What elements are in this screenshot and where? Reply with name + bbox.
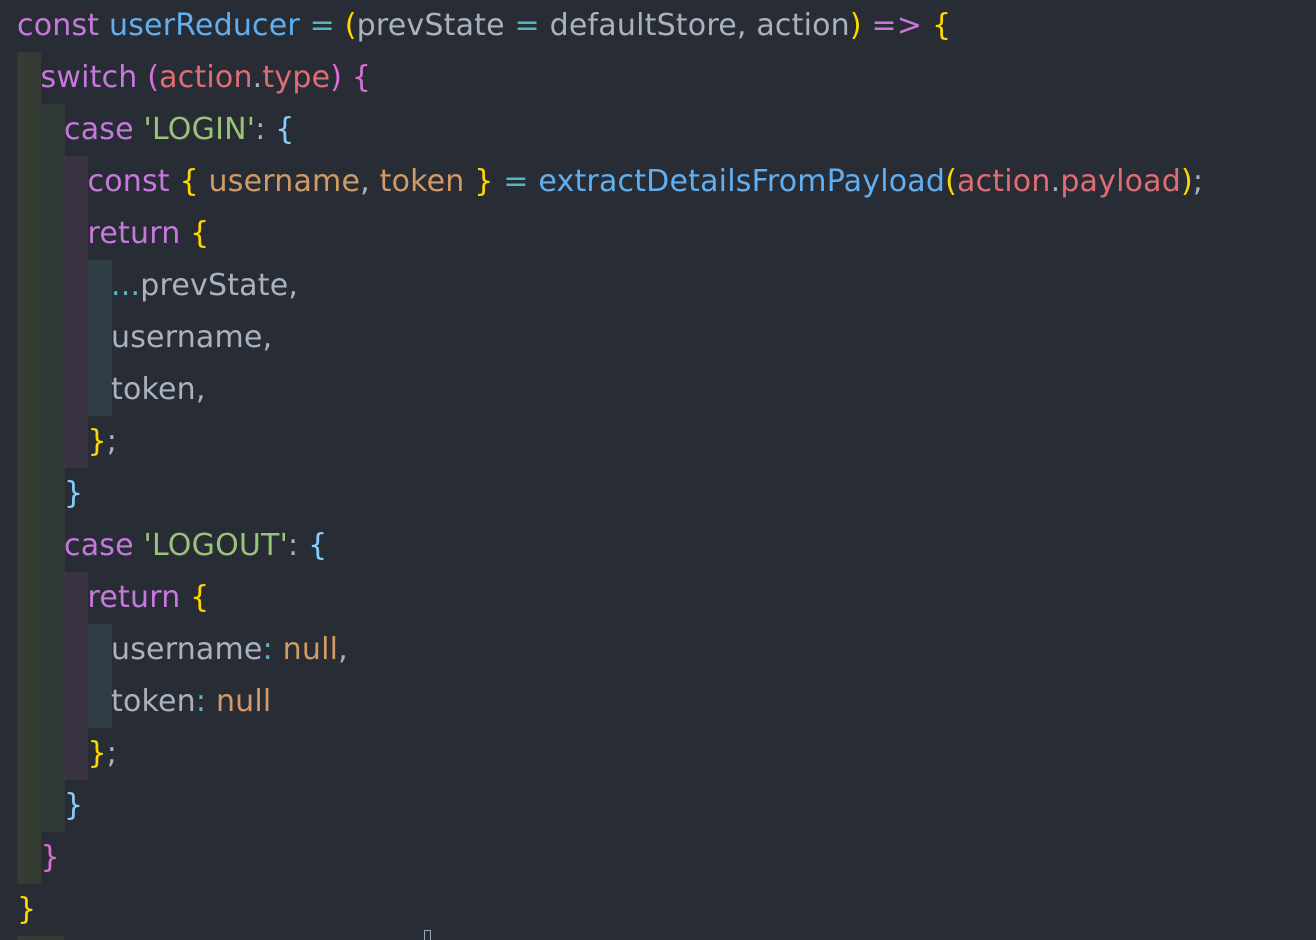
code-token: (: [945, 164, 958, 199]
code-token: ,: [360, 164, 380, 199]
code-token: }: [87, 424, 107, 459]
code-token: token: [111, 684, 196, 719]
code-line[interactable]: token: null: [111, 676, 271, 728]
code-line[interactable]: const userReducer = (prevState = default…: [17, 0, 951, 52]
code-token: :: [288, 528, 309, 563]
code-token: token: [379, 164, 465, 199]
code-token: (: [147, 60, 160, 95]
code-token: ): [849, 8, 862, 43]
code-token: {: [190, 216, 210, 251]
code-token: }: [17, 892, 37, 927]
code-token: =: [299, 8, 345, 43]
code-token: }: [64, 788, 84, 823]
code-line[interactable]: }: [64, 468, 83, 520]
code-token: =: [504, 8, 550, 43]
code-token: {: [190, 580, 210, 615]
code-token: prevState,: [140, 268, 299, 303]
code-token: return: [87, 216, 191, 251]
code-line[interactable]: }: [64, 780, 83, 832]
code-line[interactable]: return {: [88, 208, 210, 260]
code-lines[interactable]: const userReducer = (prevState = default…: [0, 0, 1316, 940]
code-line[interactable]: ...prevState,: [111, 260, 298, 312]
code-line[interactable]: };: [88, 416, 118, 468]
code-token: ;: [106, 424, 118, 459]
code-line[interactable]: const { username, token } = extractDetai…: [88, 156, 1204, 208]
text-cursor: [424, 930, 431, 940]
code-line[interactable]: switch (action.type) {: [41, 52, 372, 104]
code-line[interactable]: case 'LOGOUT': {: [64, 520, 327, 572]
code-token: {: [275, 112, 295, 147]
code-token: :: [255, 112, 276, 147]
code-token: 'LOGOUT': [143, 528, 289, 563]
code-token: ): [330, 60, 343, 95]
code-token: type: [262, 60, 331, 95]
code-line[interactable]: }: [17, 884, 36, 936]
code-token: ;: [1192, 164, 1204, 199]
code-token: case: [64, 528, 144, 563]
code-token: case: [64, 112, 144, 147]
code-token: ...: [111, 268, 141, 303]
code-token: }: [87, 736, 107, 771]
code-token: =: [493, 164, 539, 199]
code-token: const: [17, 8, 109, 43]
code-token: ;: [106, 736, 118, 771]
code-token: {: [179, 164, 209, 199]
code-line[interactable]: username: null,: [111, 624, 348, 676]
code-token: (: [344, 8, 357, 43]
code-token: {: [931, 8, 952, 43]
code-token: ): [1181, 164, 1193, 199]
code-token: prevState: [356, 8, 505, 43]
code-token: action: [957, 164, 1051, 199]
code-token: username,: [111, 320, 273, 355]
code-token: =>: [861, 8, 932, 43]
code-token: {: [308, 528, 328, 563]
code-token: extractDetailsFromPayload: [538, 164, 946, 199]
code-line[interactable]: return {: [88, 572, 210, 624]
code-token: defaultStore, action: [549, 8, 850, 43]
code-editor[interactable]: const userReducer = (prevState = default…: [0, 0, 1316, 940]
code-token: :: [195, 684, 216, 719]
code-token: username: [111, 632, 263, 667]
code-line[interactable]: };: [88, 728, 118, 780]
code-token: 'LOGIN': [143, 112, 256, 147]
code-line[interactable]: token,: [111, 364, 206, 416]
code-token: null: [282, 632, 339, 667]
code-token: .: [1050, 164, 1061, 199]
code-token: :: [262, 632, 283, 667]
code-token: switch: [40, 60, 148, 95]
code-token: username: [208, 164, 361, 199]
code-token: ,: [338, 632, 348, 667]
code-token: }: [464, 164, 494, 199]
code-line[interactable]: case 'LOGIN': {: [64, 104, 295, 156]
code-token: userReducer: [109, 8, 300, 43]
code-token: action: [159, 60, 253, 95]
code-token: }: [40, 840, 60, 875]
code-token: const: [87, 164, 180, 199]
code-token: }: [64, 476, 84, 511]
code-token: payload: [1060, 164, 1182, 199]
code-line[interactable]: }: [41, 832, 60, 884]
code-line[interactable]: username,: [111, 312, 272, 364]
code-token: token,: [111, 372, 206, 407]
code-token: return: [87, 580, 191, 615]
code-token: null: [215, 684, 272, 719]
code-token: {: [351, 60, 372, 95]
code-token: .: [252, 60, 263, 95]
